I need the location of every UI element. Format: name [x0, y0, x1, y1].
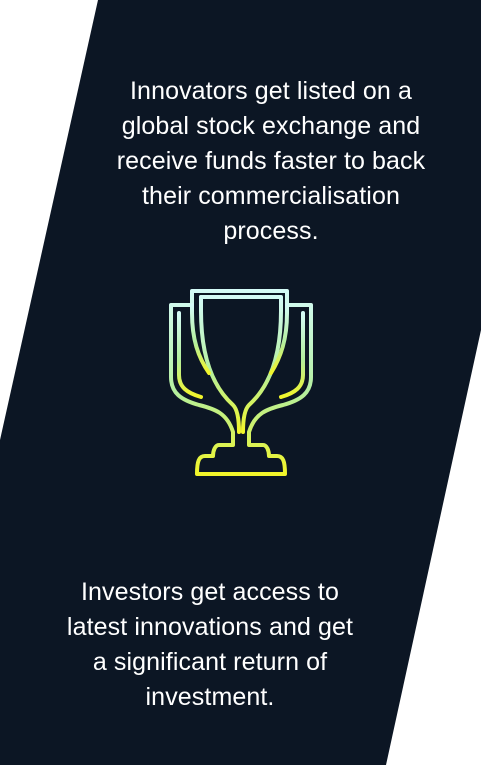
- trophy-icon: [169, 289, 313, 476]
- investors-description: Investors get access to latest innovatio…: [66, 578, 354, 711]
- card: Innovators get listed on a global stock …: [0, 0, 481, 765]
- innovators-description: Innovators get listed on a global stock …: [116, 77, 426, 245]
